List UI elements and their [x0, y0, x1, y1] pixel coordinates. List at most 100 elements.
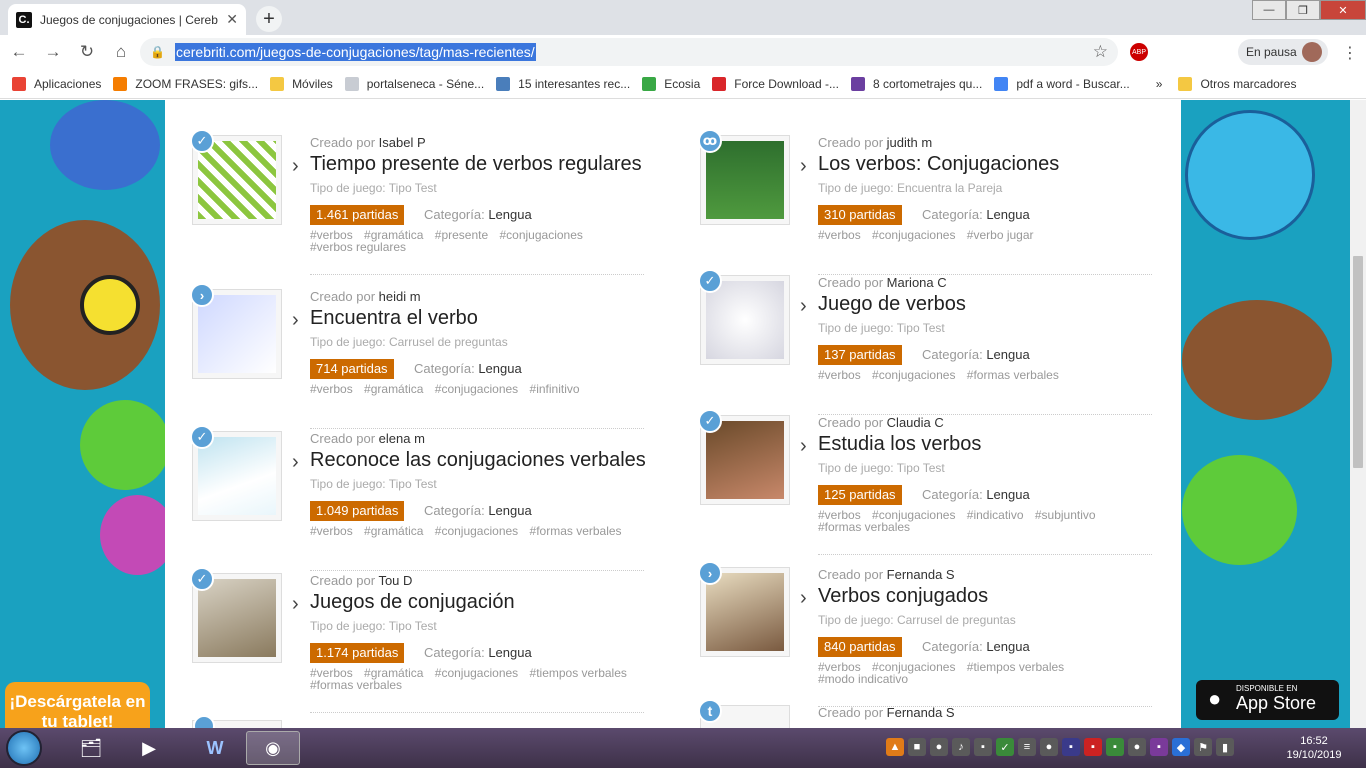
game-title[interactable]: Juegos de conjugación: [310, 591, 515, 614]
game-title[interactable]: Los verbos: Conjugaciones: [818, 153, 1059, 176]
bookmark-item[interactable]: ZOOM FRASES: gifs...: [113, 76, 258, 91]
game-title[interactable]: Juego de verbos: [818, 293, 966, 316]
game-title[interactable]: Estudia los verbos: [818, 433, 981, 456]
tray-app-icon[interactable]: ▪: [1106, 738, 1124, 756]
game-card[interactable]: ✓ Creado por Claudia C › Estudia los verbos…: [698, 409, 1155, 555]
author-link[interactable]: Tou D: [378, 573, 412, 588]
game-tag[interactable]: #gramática: [364, 382, 423, 396]
author-link[interactable]: judith m: [887, 135, 933, 150]
game-title[interactable]: Encuentra el verbo: [310, 307, 478, 330]
adblock-extension-icon[interactable]: ABP: [1130, 43, 1148, 61]
author-link[interactable]: Mariona C: [887, 275, 947, 290]
tray-app-icon[interactable]: ▪: [1062, 738, 1080, 756]
explorer-taskbar-icon[interactable]: 🗂: [64, 731, 118, 765]
tray-chat-icon[interactable]: ■: [908, 738, 926, 756]
forward-button[interactable]: →: [38, 37, 68, 67]
game-tag[interactable]: #infinitivo: [530, 382, 580, 396]
game-card[interactable]: ✓ Creado por Tou D › Juegos de conjugación T…: [190, 567, 647, 713]
chrome-taskbar-icon[interactable]: ◉: [246, 731, 300, 765]
game-tag[interactable]: #verbos regulares: [310, 240, 406, 254]
profile-button[interactable]: En pausa: [1238, 39, 1328, 65]
bookmark-item[interactable]: Force Download -...: [712, 76, 839, 91]
game-tag[interactable]: #verbos: [818, 368, 861, 382]
media-player-taskbar-icon[interactable]: ▶: [122, 731, 176, 765]
reload-button[interactable]: ↻: [72, 37, 102, 67]
game-card[interactable]: › Creado por Fernanda S › Verbos conjugados…: [698, 561, 1155, 707]
chrome-menu-icon[interactable]: ⋮: [1342, 43, 1358, 63]
tray-app-icon[interactable]: ▲: [886, 738, 904, 756]
scrollbar-thumb[interactable]: [1353, 256, 1363, 468]
game-title[interactable]: Tiempo presente de verbos regulares: [310, 153, 642, 176]
start-button[interactable]: [6, 730, 42, 766]
back-button[interactable]: ←: [4, 37, 34, 67]
game-tag[interactable]: #verbos: [818, 228, 861, 242]
new-tab-button[interactable]: +: [256, 6, 282, 32]
game-tag[interactable]: #subjuntivo: [1035, 508, 1096, 522]
bookmark-item[interactable]: 15 interesantes rec...: [496, 76, 630, 91]
system-clock[interactable]: 16:52 19/10/2019: [1284, 734, 1344, 762]
game-tag[interactable]: #formas verbales: [530, 524, 622, 538]
game-tag[interactable]: #conjugaciones: [872, 368, 955, 382]
game-tag[interactable]: #tiempos verbales: [530, 666, 627, 680]
game-tag[interactable]: #verbos: [310, 524, 353, 538]
game-tag[interactable]: #indicativo: [967, 508, 1024, 522]
bookmark-item[interactable]: pdf a word - Buscar...: [994, 76, 1130, 91]
tray-app-icon[interactable]: ▪: [1150, 738, 1168, 756]
game-card[interactable]: ✓ Creado por Isabel P › Tiempo presente de …: [190, 129, 647, 275]
game-title[interactable]: Verbos conjugados: [818, 585, 988, 608]
close-window-button[interactable]: ✕: [1320, 0, 1366, 20]
author-link[interactable]: heidi m: [379, 289, 421, 304]
bookmark-item[interactable]: Ecosia: [642, 76, 700, 91]
game-tag[interactable]: #conjugaciones: [435, 666, 518, 680]
other-bookmarks-folder[interactable]: Otros marcadores: [1178, 76, 1296, 91]
app-store-button[interactable]: ● DISPONIBLE EN App Store: [1196, 680, 1339, 720]
close-tab-icon[interactable]: ✕: [226, 11, 238, 28]
tray-app-icon[interactable]: ●: [930, 738, 948, 756]
game-card[interactable]: › Creado por heidi m › Encuentra el verbo Ti…: [190, 283, 647, 429]
author-link[interactable]: elena m: [379, 431, 425, 446]
action-center-flag-icon[interactable]: ⚑: [1194, 738, 1212, 756]
tray-app-icon[interactable]: ▪: [1084, 738, 1102, 756]
game-tag[interactable]: #tiempos verbales: [967, 660, 1064, 674]
game-tag[interactable]: #verbos: [310, 382, 353, 396]
author-link[interactable]: Fernanda S: [887, 567, 955, 582]
game-tag[interactable]: #presente: [435, 228, 488, 242]
address-bar[interactable]: 🔒 cerebriti.com/juegos-de-conjugaciones/…: [140, 38, 1118, 66]
game-tag[interactable]: #formas verbales: [310, 678, 402, 692]
bookmark-item[interactable]: Aplicaciones: [12, 76, 101, 91]
game-tag[interactable]: #conjugaciones: [872, 228, 955, 242]
maximize-button[interactable]: ❐: [1286, 0, 1320, 20]
game-tag[interactable]: #conjugaciones: [435, 524, 518, 538]
game-tag[interactable]: #gramática: [364, 524, 423, 538]
minimize-button[interactable]: —: [1252, 0, 1286, 20]
word-taskbar-icon[interactable]: W: [188, 731, 242, 765]
game-tag[interactable]: #conjugaciones: [499, 228, 582, 242]
tray-app-icon[interactable]: ●: [1128, 738, 1146, 756]
author-link[interactable]: Claudia C: [887, 415, 944, 430]
game-card[interactable]: ꝏ Creado por judith m › Los verbos: Conjuga…: [698, 129, 1155, 275]
game-tag[interactable]: #verbo jugar: [967, 228, 1034, 242]
partial-game-card-left[interactable]: [192, 715, 282, 728]
signal-icon[interactable]: ▮: [1216, 738, 1234, 756]
game-tag[interactable]: #formas verbales: [967, 368, 1059, 382]
dropbox-icon[interactable]: ◆: [1172, 738, 1190, 756]
bookmarks-overflow-button[interactable]: »: [1156, 77, 1163, 91]
author-link[interactable]: Isabel P: [379, 135, 426, 150]
bookmark-item[interactable]: portalseneca - Séne...: [344, 76, 484, 91]
volume-icon[interactable]: ♪: [952, 738, 970, 756]
bookmark-star-icon[interactable]: ☆: [1093, 42, 1108, 62]
url-text[interactable]: cerebriti.com/juegos-de-conjugaciones/ta…: [174, 43, 536, 61]
partial-game-card-right[interactable]: t Creado por Fernanda S: [698, 699, 1155, 728]
bookmark-item[interactable]: 8 cortometrajes qu...: [850, 76, 982, 91]
game-tag[interactable]: #formas verbales: [818, 520, 910, 534]
tray-shield-icon[interactable]: ✓: [996, 738, 1014, 756]
tray-app-icon[interactable]: ●: [1040, 738, 1058, 756]
game-card[interactable]: ✓ Creado por Mariona C › Juego de verbos Tip…: [698, 269, 1155, 415]
app-download-promo[interactable]: ¡Descárgatela en tu tablet!: [5, 682, 150, 728]
browser-tab[interactable]: C. Juegos de conjugaciones | Cereb ✕: [8, 4, 246, 35]
tray-device-icon[interactable]: ▪: [974, 738, 992, 756]
bookmark-item[interactable]: Móviles: [270, 76, 333, 91]
page-scrollbar[interactable]: [1350, 100, 1366, 728]
game-tag[interactable]: #conjugaciones: [435, 382, 518, 396]
game-card[interactable]: ✓ Creado por elena m › Reconoce las conjuga…: [190, 425, 647, 571]
